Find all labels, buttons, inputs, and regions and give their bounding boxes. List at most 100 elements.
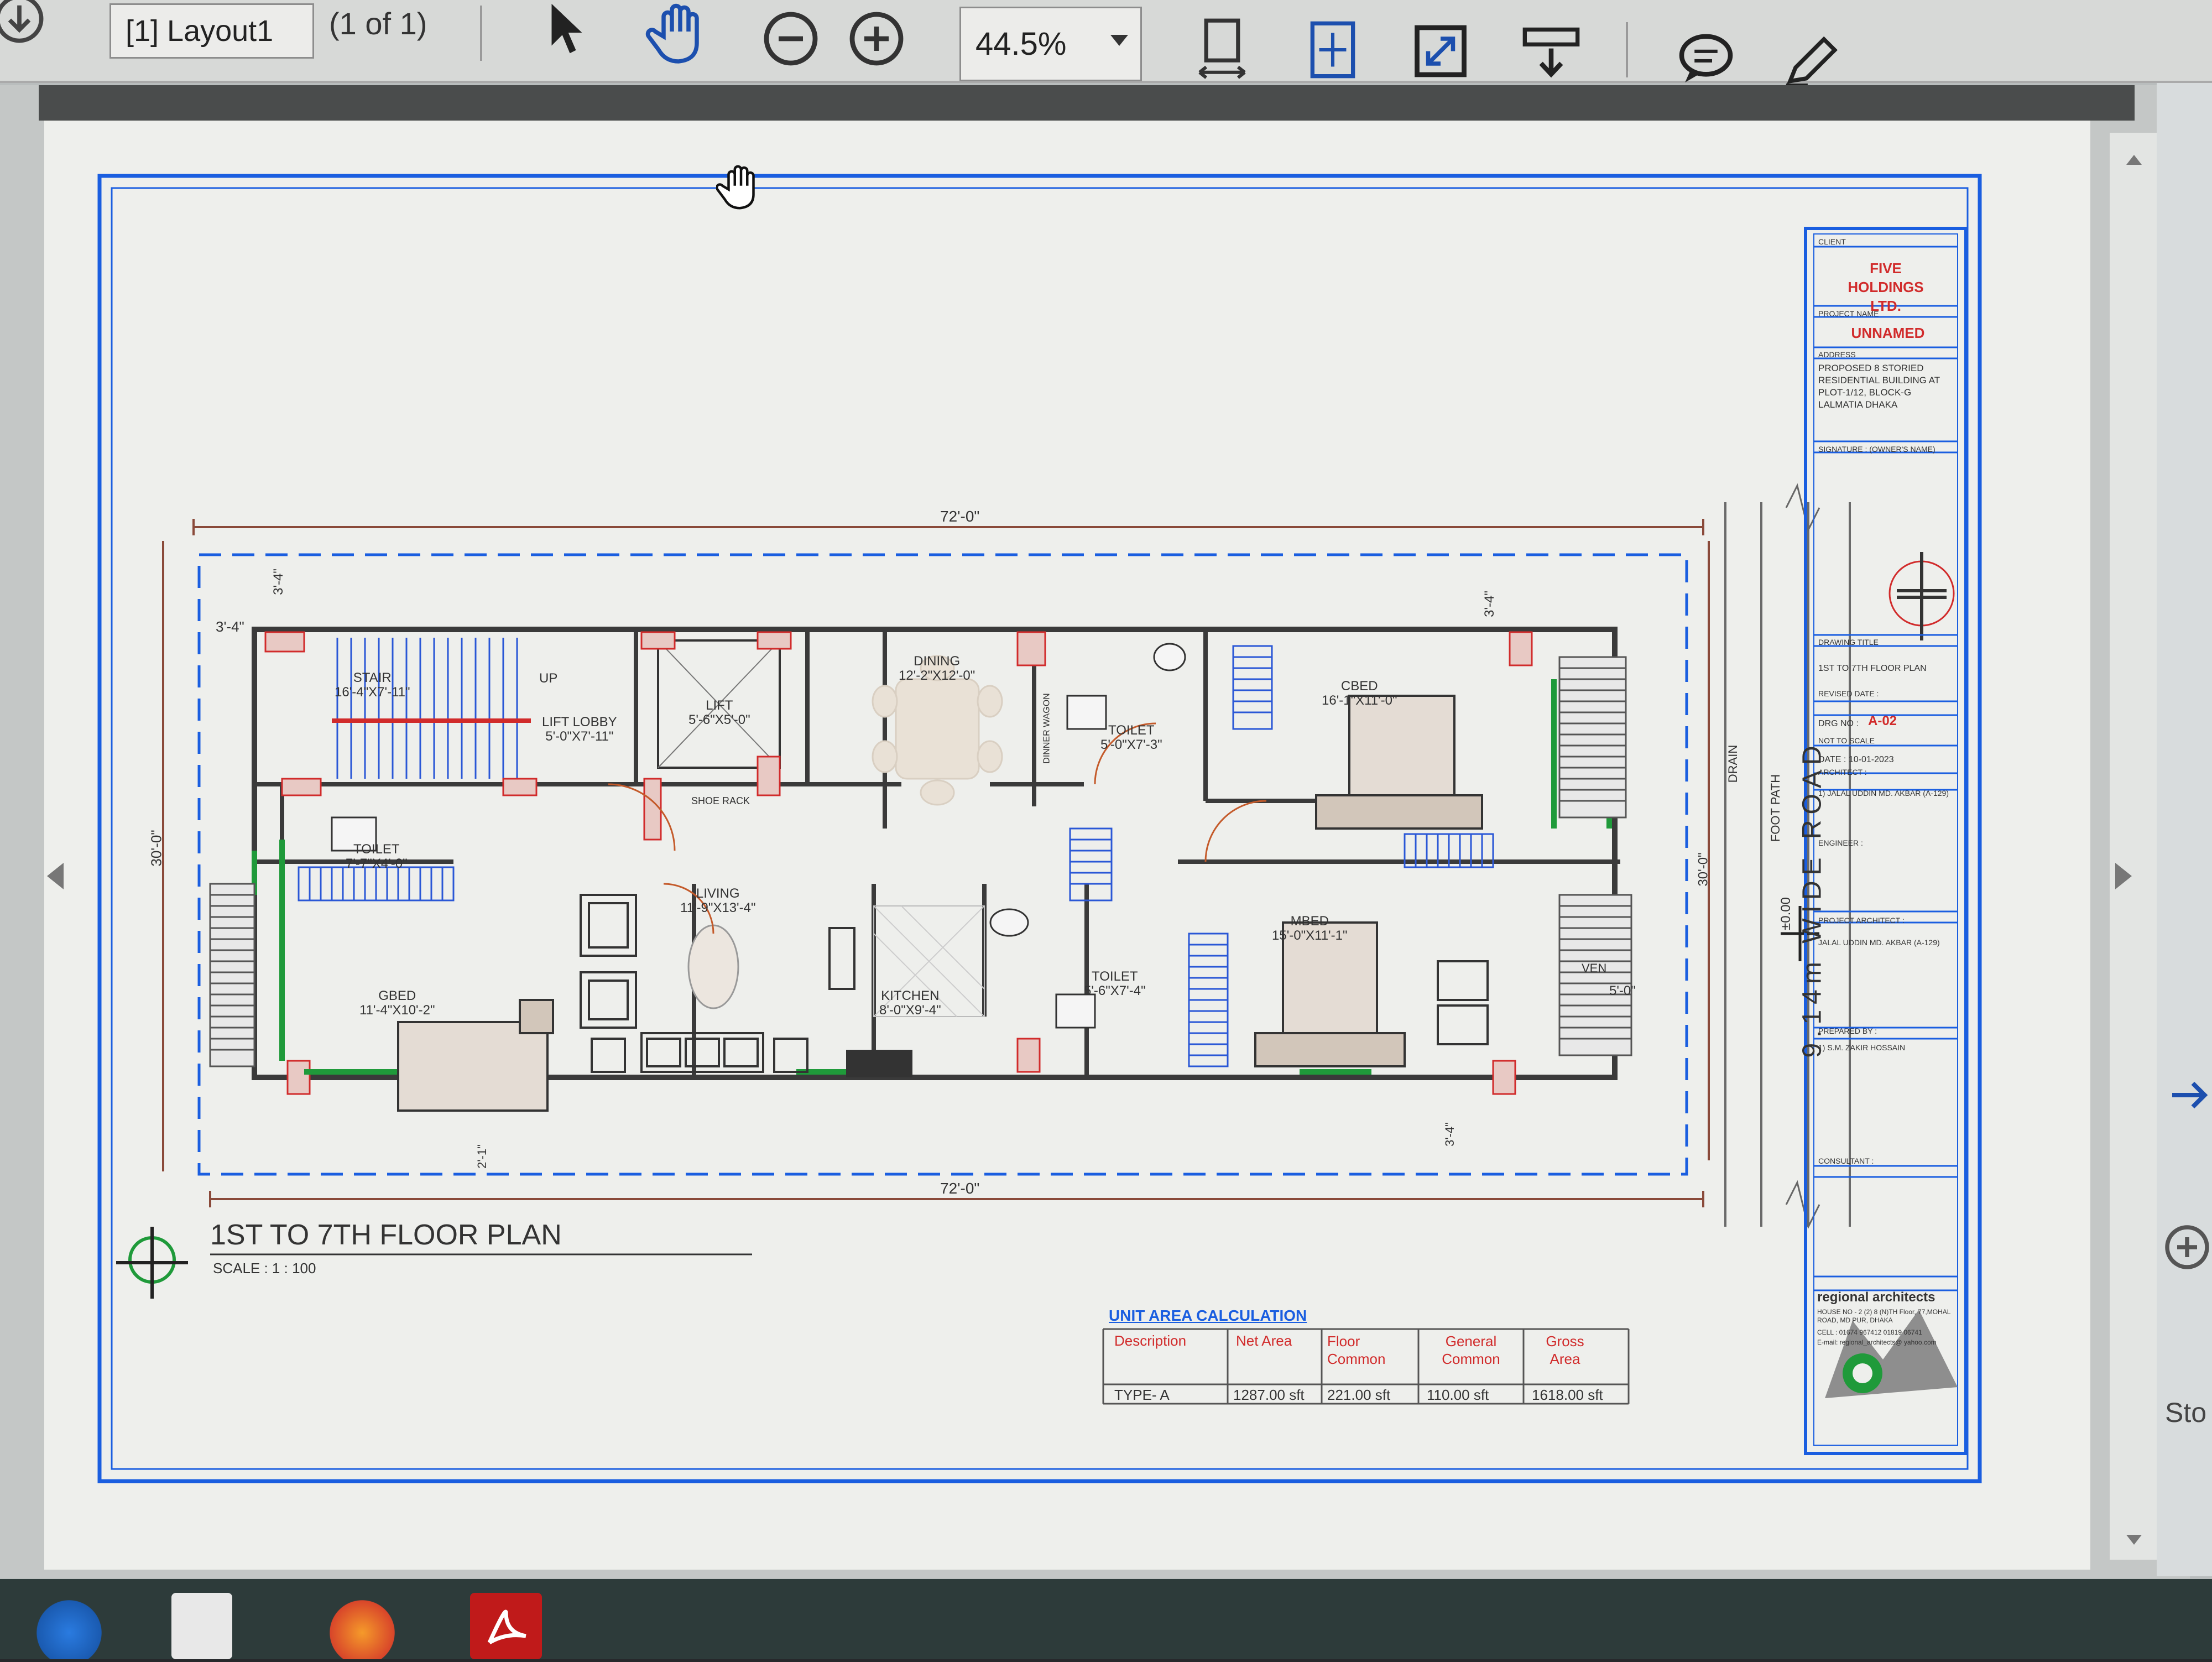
select-tool-icon[interactable]	[542, 0, 592, 61]
add-icon[interactable]	[2162, 1222, 2212, 1272]
download-icon[interactable]	[0, 0, 55, 55]
zoom-out-icon[interactable]	[760, 8, 821, 69]
fit-width-icon[interactable]	[1194, 17, 1250, 83]
room-dining: DINING 12'-2"X12'-0"	[899, 654, 975, 683]
drain-label: DRAIN	[1726, 744, 1740, 783]
screen: [1] Layout1 (1 of 1) 44.5% Sto 72'-0" 72…	[0, 0, 2212, 1659]
pen-icon[interactable]	[1781, 33, 1841, 88]
side-text: Sto	[2165, 1397, 2207, 1428]
drawing-page: 72'-0" 72'-0" 30'-0" 30'-0" 3'-4" 3'-4" …	[44, 121, 2090, 1570]
layout-tab[interactable]: [1] Layout1	[109, 3, 314, 59]
dim-top: 72'-0"	[940, 508, 980, 525]
arrow-right-icon[interactable]	[2168, 1073, 2212, 1117]
fit-page-icon[interactable]	[1305, 19, 1360, 80]
page-count: (1 of 1)	[329, 6, 427, 41]
project-name: UNNAMED	[1851, 325, 1925, 341]
prev-page-icon[interactable]	[47, 863, 64, 889]
area-row-gross: 1618.00 sft	[1532, 1387, 1603, 1403]
acrobat-icon[interactable]	[470, 1593, 542, 1659]
zoom-value: 44.5%	[975, 26, 1067, 62]
footpath-label: FOOT PATH	[1768, 774, 1783, 842]
area-header-net: Net Area	[1236, 1332, 1292, 1349]
drawing-title: 1ST TO 7TH FLOOR PLAN	[1818, 664, 1927, 673]
vertical-scrollbar[interactable]	[2110, 133, 2157, 1560]
architect: 1) JALAL UDDIN MD. AKBAR (A-129)	[1818, 789, 1949, 798]
consultant-label: CONSULTANT :	[1818, 1156, 1874, 1165]
hand-cursor-icon	[716, 159, 766, 215]
project-label: PROJECT NAME	[1818, 309, 1879, 318]
hand-tool-icon[interactable]	[644, 0, 716, 66]
area-table: Description Net Area Floor Common Genera…	[1103, 1329, 1629, 1404]
room-kitchen: KITCHEN 8'-0"X9'-4"	[879, 988, 941, 1018]
plan-scale: SCALE : 1 : 100	[213, 1260, 316, 1277]
area-row-net: 1287.00 sft	[1233, 1387, 1305, 1403]
area-row-floor-common: 221.00 sft	[1327, 1387, 1391, 1403]
plan-title: 1ST TO 7TH FLOOR PLAN	[210, 1219, 562, 1251]
prepared-label: PREPARED BY :	[1818, 1027, 1877, 1035]
drg-no: A-02	[1868, 713, 1897, 728]
scroll-down-icon[interactable]	[2126, 1535, 2142, 1545]
project-architect-label: PROJECT ARCHITECT :	[1818, 916, 1905, 925]
divider	[1626, 22, 1628, 77]
room-gbed: GBED 11'-4"X10'-2"	[359, 988, 435, 1018]
next-page-icon[interactable]	[2115, 863, 2132, 889]
dim-bottom-left-v: 2'-1"	[474, 1144, 489, 1169]
zoom-in-icon[interactable]	[846, 8, 907, 69]
address: PROPOSED 8 STORIED RESIDENTIAL BUILDING …	[1818, 363, 1940, 410]
dim-right-setback: 5'-0"	[1609, 983, 1636, 998]
drawing-title-label: DRAWING TITLE	[1818, 638, 1879, 647]
area-table-title: UNIT AREA CALCULATION	[1109, 1307, 1307, 1324]
area-row-general-common: 110.00 sft	[1427, 1387, 1489, 1403]
scroll-up-icon[interactable]	[2126, 155, 2142, 165]
area-row-description: TYPE- A	[1114, 1387, 1170, 1403]
room-toilet-2: TOILET 7'-7"X4'-0"	[346, 842, 408, 871]
area-header-description: Description	[1114, 1332, 1187, 1349]
right-panel-strip: Sto	[2157, 83, 2212, 1576]
date: DATE : 10-01-2023	[1818, 755, 1894, 764]
architect-label: ARCHITECT :	[1818, 768, 1867, 777]
area-header-general-common: General Common	[1442, 1333, 1500, 1367]
title-block: CLIENT FIVE HOLDINGS LTD. PROJECT NAME U…	[1814, 234, 1958, 1445]
room-toilet-1: TOILET 5'-0"X7'-3"	[1100, 723, 1162, 752]
full-screen-icon[interactable]	[1413, 22, 1468, 80]
room-lift: LIFT 5'-6"X5'-0"	[688, 698, 750, 727]
room-cbed: CBED 16'-1"X11'-0"	[1322, 679, 1397, 708]
room-living: LIVING 11'-9"X13'-4"	[680, 886, 756, 915]
scale-note: NOT TO SCALE	[1818, 736, 1875, 745]
stair-up-label: UP	[539, 671, 558, 686]
dim-right: 30'-0"	[1695, 852, 1711, 887]
comment-icon[interactable]	[1676, 30, 1736, 86]
firefox-icon[interactable]	[326, 1593, 398, 1659]
firm-email: E-mail: regional_architects@ yahoo.com	[1817, 1338, 1937, 1346]
dim-top-left-h: 3'-4"	[216, 618, 244, 635]
page-top-shadow	[39, 85, 2135, 121]
file-icon[interactable]	[171, 1593, 232, 1659]
firm-address: HOUSE NO - 2 (2) 8 (N)TH Floor, 77,MOHAL…	[1817, 1308, 1950, 1324]
dim-bottom-right-v: 3'-4"	[1442, 1122, 1457, 1147]
revised-date: REVISED DATE :	[1818, 689, 1879, 698]
scroll-mode-icon[interactable]	[1521, 25, 1582, 80]
client-label: CLIENT	[1818, 237, 1846, 246]
room-toilet-3: TOILET 5'-6"X7'-4"	[1084, 969, 1146, 998]
signature-label: SIGNATURE : (OWNER'S NAME)	[1818, 445, 1936, 454]
engineer-label: ENGINEER :	[1818, 838, 1863, 847]
zoom-select[interactable]: 44.5%	[959, 7, 1142, 81]
ven-label: VEN	[1582, 961, 1607, 975]
area-header-floor-common: Floor Common	[1327, 1333, 1386, 1367]
room-lift-lobby: LIFT LOBBY 5'-0"X7'-11"	[542, 715, 617, 744]
firm-name: regional architects	[1817, 1290, 1936, 1305]
level-label: ±0.00	[1778, 897, 1793, 930]
address-label: ADDRESS	[1818, 350, 1856, 359]
dim-top-left-v: 3'-4"	[270, 569, 286, 595]
dim-top-right-v: 3'-4"	[1481, 591, 1497, 617]
client-name: FIVE HOLDINGS LTD.	[1848, 260, 1924, 314]
divider	[480, 6, 482, 61]
prepared: 1) S.M. ZAKIR HOSSAIN	[1818, 1043, 1906, 1052]
room-mbed: MBED 15'-0"X11'-1"	[1272, 914, 1348, 943]
chevron-down-icon	[1110, 35, 1128, 46]
edge-browser-icon[interactable]	[33, 1593, 105, 1659]
project-architect: JALAL UDDIN MD. AKBAR (A-129)	[1818, 938, 1940, 947]
dim-left: 30'-0"	[148, 830, 165, 867]
room-stair: STAIR 16'-4"X7'-11"	[335, 670, 410, 700]
viewer-toolbar: [1] Layout1 (1 of 1) 44.5%	[0, 0, 2212, 87]
